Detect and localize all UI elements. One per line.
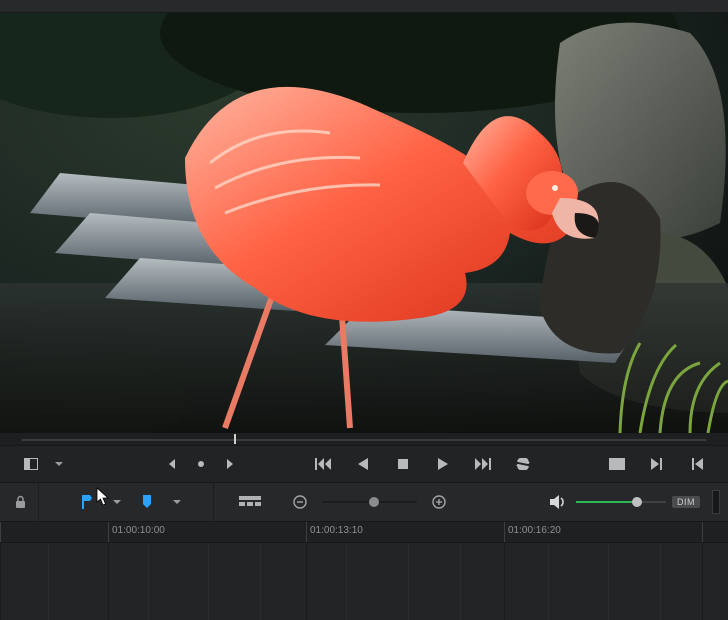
track-gridline: [306, 543, 307, 620]
track-gridline-minor: [408, 543, 409, 620]
track-gridline-minor: [660, 543, 661, 620]
play-reverse-button[interactable]: [352, 453, 374, 475]
image-wipe-menu-button[interactable]: [48, 453, 70, 475]
track-gridline-minor: [208, 543, 209, 620]
jog-bar[interactable]: [0, 433, 728, 445]
timeline-view-options-button[interactable]: [238, 490, 262, 514]
match-frame-button[interactable]: [606, 453, 628, 475]
stop-button[interactable]: [392, 453, 414, 475]
track-gridline: [108, 543, 109, 620]
image-wipe-button[interactable]: [20, 453, 42, 475]
ruler-timecode-label: 01:00:13:10: [310, 525, 363, 536]
ruler-timecode-label: 01:00:10:00: [112, 525, 165, 536]
zoom-out-button[interactable]: [288, 490, 312, 514]
volume-slider-knob[interactable]: [632, 497, 642, 507]
window-title-bar: [0, 0, 728, 13]
volume-slider-fill: [576, 501, 637, 503]
ruler-timecode-label: 01:00:16:20: [508, 525, 561, 536]
lock-icon[interactable]: [8, 490, 32, 514]
keyframe-dot-icon[interactable]: [190, 453, 212, 475]
track-gridline-minor: [608, 543, 609, 620]
jog-track: [22, 439, 706, 441]
zoom-slider-knob[interactable]: [369, 497, 379, 507]
transport-controls: [0, 445, 728, 483]
track-gridline-minor: [148, 543, 149, 620]
first-frame-button[interactable]: [312, 453, 334, 475]
track-gridline-minor: [548, 543, 549, 620]
ruler-major-tick: [306, 522, 307, 542]
mute-button[interactable]: [546, 490, 570, 514]
timeline[interactable]: 01:00:10:00 01:00:13:10 01:00:16:20: [0, 522, 728, 620]
next-clip-button[interactable]: [646, 453, 668, 475]
preview-viewer[interactable]: [0, 13, 728, 433]
timeline-ruler[interactable]: 01:00:10:00 01:00:13:10 01:00:16:20: [0, 522, 728, 543]
track-gridline: [702, 543, 703, 620]
ruler-major-tick: [702, 522, 703, 542]
flag-marker-menu-button[interactable]: [105, 490, 129, 514]
timeline-tracks[interactable]: [0, 543, 728, 620]
clip-marker-button[interactable]: [135, 490, 159, 514]
track-gridline-minor: [48, 543, 49, 620]
track-gridline: [504, 543, 505, 620]
volume-slider[interactable]: [576, 500, 666, 504]
dim-button[interactable]: DIM: [672, 496, 700, 508]
jog-playhead[interactable]: [234, 434, 236, 444]
audio-meter: [712, 490, 720, 514]
clip-marker-menu-button[interactable]: [165, 490, 189, 514]
loop-button[interactable]: [512, 453, 534, 475]
last-frame-button[interactable]: [472, 453, 494, 475]
ruler-major-tick: [108, 522, 109, 542]
prev-clip-button[interactable]: [686, 453, 708, 475]
track-gridline-minor: [346, 543, 347, 620]
toolbar: DIM: [0, 483, 728, 522]
zoom-slider[interactable]: [322, 500, 417, 504]
track-gridline: [0, 543, 1, 620]
next-keyframe-button[interactable]: [218, 453, 240, 475]
track-gridline-minor: [460, 543, 461, 620]
track-gridline-minor: [260, 543, 261, 620]
ruler-major-tick: [0, 522, 1, 542]
zoom-in-button[interactable]: [427, 490, 451, 514]
play-button[interactable]: [432, 453, 454, 475]
prev-keyframe-button[interactable]: [162, 453, 184, 475]
preview-image: [0, 13, 728, 433]
flag-marker-button[interactable]: [75, 490, 99, 514]
ruler-major-tick: [504, 522, 505, 542]
